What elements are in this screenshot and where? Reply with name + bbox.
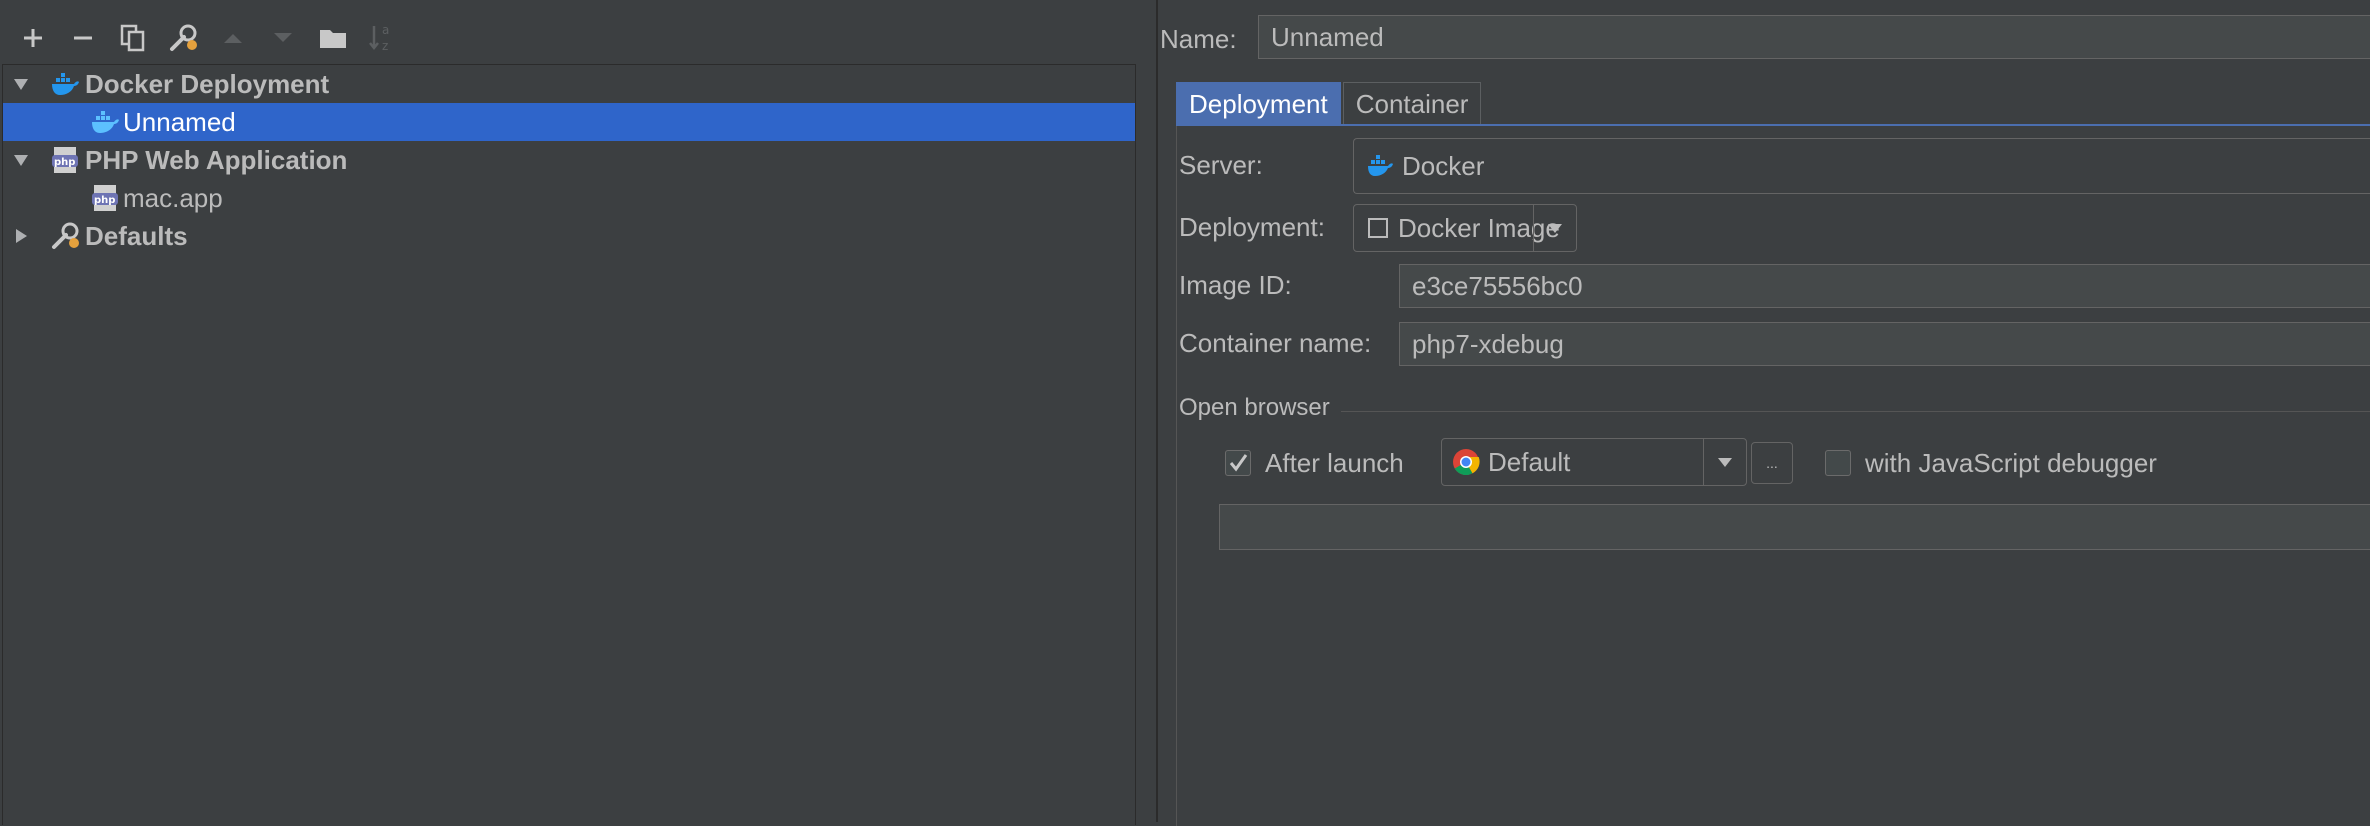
tree-group-php-web-application[interactable]: php PHP Web Application — [3, 141, 1135, 179]
chrome-icon — [1452, 448, 1480, 476]
tree-item-label: mac.app — [123, 182, 223, 213]
plus-icon — [24, 29, 42, 47]
new-folder-button[interactable] — [308, 14, 358, 62]
sort-alpha-icon: a z — [369, 23, 389, 53]
php-icon: php — [89, 182, 121, 214]
move-down-button[interactable] — [258, 14, 308, 62]
browse-browser-button[interactable]: ... — [1751, 442, 1793, 484]
tab-container[interactable]: Container — [1342, 82, 1482, 125]
run-configurations-pane: a z Docker Deployment Unnamed php PHP We… — [0, 0, 1136, 825]
chevron-down-icon[interactable] — [1703, 439, 1746, 485]
docker-icon — [89, 106, 121, 138]
tree-group-label: PHP Web Application — [85, 144, 348, 175]
image-id-label: Image ID: — [1179, 270, 1292, 300]
collapsed-arrow-icon[interactable] — [9, 224, 33, 248]
tree-item-label: Unnamed — [123, 106, 236, 137]
chevron-down-icon[interactable] — [1533, 205, 1576, 251]
tree-group-label: Docker Deployment — [85, 68, 330, 99]
svg-text:php: php — [94, 195, 115, 206]
svg-text:z: z — [382, 39, 388, 53]
docker-icon — [49, 68, 81, 100]
startup-url-input[interactable] — [1219, 504, 2370, 550]
remove-configuration-button[interactable] — [58, 14, 108, 62]
deployment-combo[interactable]: Docker Image — [1353, 204, 1577, 252]
tree-item-mac-app[interactable]: php mac.app — [3, 179, 1135, 217]
server-combo[interactable]: Docker — [1353, 138, 2370, 194]
configuration-editor: Name: Unnamed Deployment Container Serve… — [1158, 0, 2370, 826]
docker-icon — [1366, 155, 1394, 177]
tree-group-defaults[interactable]: Defaults — [3, 217, 1135, 255]
copy-configuration-button[interactable] — [108, 14, 158, 62]
browser-combo[interactable]: Default — [1441, 438, 1747, 486]
image-type-icon — [1368, 218, 1388, 238]
tab-deployment[interactable]: Deployment — [1176, 82, 1341, 125]
move-up-button[interactable] — [208, 14, 258, 62]
sort-button[interactable]: a z — [358, 14, 408, 62]
expand-arrow-icon[interactable] — [9, 148, 33, 172]
js-debugger-checkbox[interactable] — [1825, 450, 1851, 476]
js-debugger-label[interactable]: with JavaScript debugger — [1865, 448, 2157, 479]
svg-text:a: a — [382, 23, 389, 37]
checkmark-icon — [1229, 454, 1248, 472]
add-configuration-button[interactable] — [8, 14, 58, 62]
folder-icon — [320, 30, 346, 48]
configurations-toolbar: a z — [8, 14, 408, 62]
edit-defaults-button[interactable] — [158, 14, 208, 62]
image-id-input[interactable]: e3ce75556bc0 — [1399, 264, 2370, 308]
wrench-icon — [170, 24, 197, 51]
arrow-down-icon — [274, 33, 292, 42]
arrow-up-icon — [224, 34, 242, 43]
php-icon: php — [49, 144, 81, 176]
container-name-input[interactable]: php7-xdebug — [1399, 322, 2370, 366]
deployment-label: Deployment: — [1179, 212, 1325, 242]
name-label: Name: — [1160, 24, 1237, 54]
name-input[interactable]: Unnamed — [1258, 15, 2370, 59]
configurations-tree: Docker Deployment Unnamed php PHP Web Ap… — [2, 64, 1136, 825]
container-name-label: Container name: — [1179, 328, 1372, 358]
server-value: Docker — [1402, 150, 1485, 181]
svg-text:php: php — [54, 157, 75, 168]
after-launch-checkbox[interactable] — [1225, 450, 1251, 476]
tree-group-label: Defaults — [85, 220, 188, 251]
open-browser-label: Open browser — [1179, 394, 1330, 421]
copy-icon — [120, 24, 145, 52]
minus-icon — [74, 36, 92, 40]
tree-item-docker-unnamed[interactable]: Unnamed — [3, 103, 1135, 141]
wrench-icon — [49, 220, 81, 252]
browser-value: Default — [1488, 446, 1571, 477]
server-label: Server: — [1179, 150, 1263, 180]
after-launch-label[interactable]: After launch — [1265, 448, 1404, 479]
expand-arrow-icon[interactable] — [9, 72, 33, 96]
section-separator — [1341, 411, 2370, 412]
editor-tabs: Deployment Container — [1176, 82, 1483, 126]
deployment-panel: Server: Docker Deployment: Docker Image … — [1176, 126, 2370, 826]
tree-group-docker-deployment[interactable]: Docker Deployment — [3, 65, 1135, 103]
